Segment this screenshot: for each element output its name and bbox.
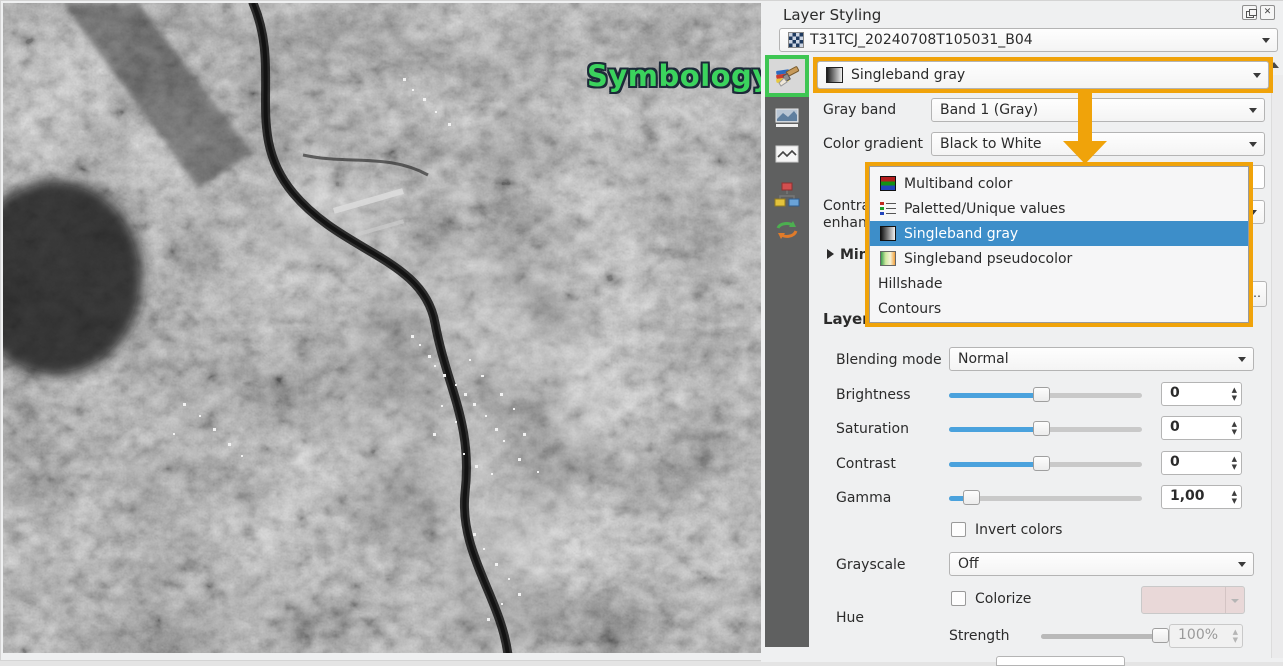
gamma-slider[interactable] <box>949 490 1142 506</box>
float-panel-button[interactable] <box>1242 5 1257 20</box>
colorize-checkbox[interactable] <box>951 591 966 606</box>
slider-fill <box>949 462 1042 467</box>
satellite-image <box>3 3 761 653</box>
slider-handle[interactable] <box>1033 456 1050 471</box>
pseudocolor-icon <box>880 251 896 266</box>
slider-fill <box>949 393 1042 398</box>
expand-right-icon <box>827 249 834 259</box>
slider-handle[interactable] <box>1033 387 1050 402</box>
contrast-slider[interactable] <box>949 456 1142 472</box>
brightness-label: Brightness <box>836 387 911 403</box>
panel-scrollbar[interactable] <box>1271 75 1283 658</box>
multiband-icon <box>880 176 896 191</box>
saturation-slider[interactable] <box>949 421 1142 437</box>
slider-handle[interactable] <box>1033 421 1050 436</box>
renderer-option-hillshade[interactable]: Hillshade <box>870 271 1248 296</box>
spin-arrows-icon[interactable]: ▲▼ <box>1232 420 1237 436</box>
singleband-gray-icon <box>826 67 843 83</box>
gamma-spinbox[interactable]: 1,00 ▲▼ <box>1161 485 1242 509</box>
partially-visible-widget <box>996 656 1125 666</box>
renderer-dropdown-list: Multiband color Paletted/Unique values S… <box>869 166 1249 323</box>
tab-attributes-diagram[interactable] <box>765 177 809 211</box>
chevron-down-icon <box>1253 73 1261 78</box>
grayscale-value: Off <box>958 556 979 572</box>
history-icon <box>774 218 800 242</box>
gamma-label: Gamma <box>836 490 891 506</box>
contrast-label: Contrast <box>836 456 896 472</box>
singleband-gray-icon <box>880 226 896 241</box>
colorize-label: Colorize <box>975 591 1031 607</box>
renderer-option-singleband-gray[interactable]: Singleband gray <box>870 221 1248 246</box>
strength-spinbox[interactable]: 100% ▲▼ <box>1169 624 1243 648</box>
invert-colors-label: Invert colors <box>975 522 1062 538</box>
contrast-spinbox[interactable]: 0 ▲▼ <box>1161 451 1242 475</box>
chevron-down-icon <box>1231 599 1239 603</box>
histogram-icon <box>774 143 800 165</box>
symbology-annotation-label: Symbology <box>587 59 747 93</box>
transparency-icon <box>774 107 800 129</box>
color-gradient-value: Black to White <box>940 136 1042 152</box>
gray-band-combo[interactable]: Band 1 (Gray) <box>931 98 1265 122</box>
saturation-label: Saturation <box>836 421 909 437</box>
chevron-down-icon <box>1238 357 1246 362</box>
grayscale-label: Grayscale <box>836 557 906 573</box>
renderer-option-multiband-color[interactable]: Multiband color <box>870 171 1248 196</box>
renderer-option-pseudocolor[interactable]: Singleband pseudocolor <box>870 246 1248 271</box>
color-gradient-label: Color gradient <box>823 136 923 152</box>
tab-history[interactable] <box>765 213 809 247</box>
qgis-window: Symbology Layer Styling ✕ T31TCJ_2024070… <box>0 0 1283 661</box>
brightness-spinbox[interactable]: 0 ▲▼ <box>1161 382 1242 406</box>
strength-slider[interactable] <box>1041 628 1161 644</box>
saturation-spinbox[interactable]: 0 ▲▼ <box>1161 416 1242 440</box>
spin-arrows-icon[interactable]: ▲▼ <box>1232 455 1237 471</box>
paintbrush-icon <box>773 63 801 89</box>
renderer-option-paletted[interactable]: Paletted/Unique values <box>870 196 1248 221</box>
spin-arrows-icon[interactable]: ▲▼ <box>1232 386 1237 402</box>
chevron-down-icon <box>1262 38 1270 43</box>
org-chart-icon <box>774 181 800 207</box>
close-panel-button[interactable]: ✕ <box>1260 5 1275 20</box>
brightness-slider[interactable] <box>949 387 1142 403</box>
grayscale-combo[interactable]: Off <box>949 552 1254 576</box>
paletted-icon <box>880 201 896 216</box>
hue-label: Hue <box>836 610 864 626</box>
blending-mode-combo[interactable]: Normal <box>949 347 1254 371</box>
layer-styling-panel: Layer Styling ✕ T31TCJ_20240708T105031_B… <box>761 1 1283 662</box>
tab-histogram[interactable] <box>765 137 809 171</box>
blending-mode-label: Blending mode <box>836 352 942 368</box>
gray-band-label: Gray band <box>823 102 896 118</box>
renderer-type-combo[interactable]: Singleband gray <box>817 61 1269 89</box>
gray-band-value: Band 1 (Gray) <box>940 102 1038 118</box>
renderer-highlight-box: Singleband gray <box>813 57 1273 93</box>
chevron-down-icon <box>1238 562 1246 567</box>
float-icon <box>1246 11 1254 18</box>
renderer-type-value: Singleband gray <box>851 67 965 83</box>
invert-colors-checkbox[interactable] <box>951 522 966 537</box>
renderer-option-contours[interactable]: Contours <box>870 296 1248 321</box>
spin-arrows-icon[interactable]: ▲▼ <box>1232 489 1237 505</box>
panel-title: Layer Styling <box>783 6 881 24</box>
divider <box>1225 587 1226 613</box>
raster-layer-icon <box>788 32 804 48</box>
slider-fill <box>949 427 1042 432</box>
chevron-down-icon <box>1249 142 1257 147</box>
tab-symbology[interactable] <box>765 55 809 97</box>
map-canvas[interactable]: Symbology <box>3 3 761 653</box>
blending-mode-value: Normal <box>958 351 1009 367</box>
layer-selector-value: T31TCJ_20240708T105031_B04 <box>810 32 1033 48</box>
slider-handle[interactable] <box>963 490 980 505</box>
colorize-color-button[interactable] <box>1141 586 1245 614</box>
layer-selector[interactable]: T31TCJ_20240708T105031_B04 <box>779 28 1278 52</box>
slider-fill <box>1041 634 1161 639</box>
chevron-down-icon <box>1249 108 1257 113</box>
strength-label: Strength <box>949 628 1010 644</box>
tab-transparency[interactable] <box>765 101 809 135</box>
color-gradient-combo[interactable]: Black to White <box>931 132 1265 156</box>
spin-arrows-icon: ▲▼ <box>1233 628 1238 644</box>
renderer-dropdown-highlight-box: Multiband color Paletted/Unique values S… <box>865 162 1253 327</box>
slider-handle[interactable] <box>1152 628 1169 643</box>
